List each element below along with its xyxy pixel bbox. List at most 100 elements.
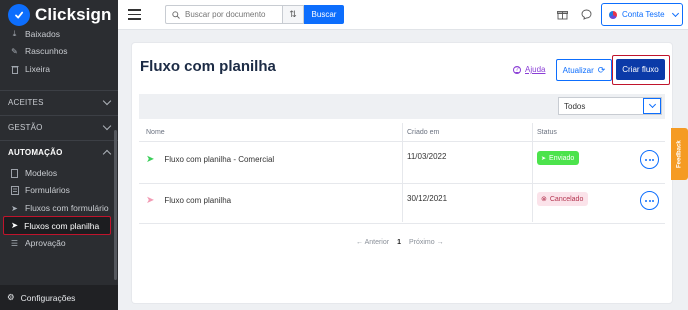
row-name: Fluxo com planilha - Comercial — [164, 155, 275, 164]
sidebar-item-label: Fluxos com formulário — [25, 203, 109, 213]
row-divider — [139, 223, 665, 224]
chevron-down-icon — [102, 121, 112, 131]
account-menu-button[interactable]: Conta Teste — [601, 3, 683, 26]
document-icon — [10, 168, 19, 178]
create-flow-highlight: Criar fluxo — [612, 55, 670, 85]
create-flow-button[interactable]: Criar fluxo — [616, 59, 665, 80]
download-icon: ⤓ — [12, 29, 17, 38]
status-filter-select[interactable]: Todos — [558, 97, 662, 115]
status-label: Enviado — [549, 154, 575, 162]
chevron-up-icon — [102, 149, 112, 159]
sidebar-item-label: Rascunhos — [25, 46, 68, 56]
sliders-icon: ⇅ — [289, 9, 297, 19]
filter-bar: Todos — [139, 94, 665, 119]
row-name-cell: ➤ Fluxo com planilha — [146, 195, 231, 206]
page-title: Fluxo com planilha — [140, 58, 276, 75]
sidebar-item-fluxos-com-planilha[interactable]: ➤ Fluxos com planilha — [3, 216, 111, 235]
search-field[interactable] — [165, 5, 283, 24]
prev-label: Anterior — [364, 239, 390, 246]
feedback-tab[interactable]: Feedback — [671, 128, 688, 180]
refresh-icon: ⟳ — [597, 64, 606, 75]
sidebar-section-gestao[interactable]: GESTÃO — [0, 115, 118, 139]
column-divider — [532, 123, 533, 222]
column-header-created: Criado em — [407, 129, 440, 136]
trash-icon — [10, 65, 19, 74]
sidebar-item-label: Modelos — [25, 168, 58, 178]
help-link[interactable]: ? Ajuda — [513, 65, 545, 74]
send-icon: ➤ — [541, 155, 547, 162]
account-avatar-icon — [609, 10, 617, 19]
pagination-previous[interactable]: ← Anterior — [356, 239, 389, 246]
chevron-down-icon — [671, 9, 679, 17]
column-header-status: Status — [537, 129, 557, 136]
form-icon — [10, 185, 19, 195]
sidebar-item-modelos[interactable]: Modelos — [10, 168, 57, 178]
sidebar-item-label: Fluxos com planilha — [24, 220, 100, 231]
logo[interactable]: Clicksign — [0, 0, 118, 30]
section-label: GESTÃO — [8, 123, 43, 132]
row-created: 11/03/2022 — [407, 152, 447, 161]
sidebar-section-aceites[interactable]: ACEITES — [0, 90, 118, 114]
sidebar-item-rascunhos[interactable]: ✎ Rascunhos — [10, 46, 68, 56]
sidebar-section-automacao[interactable]: AUTOMAÇÃO — [0, 140, 118, 164]
sidebar-item-label: Formulários — [25, 185, 70, 195]
sidebar-item-aprovacao[interactable]: ☰ Aprovação — [10, 238, 66, 248]
pagination-next[interactable]: Próximo → — [409, 239, 444, 246]
account-label: Conta Teste — [622, 10, 665, 19]
row-divider — [139, 183, 665, 184]
gear-icon: ⚙ — [7, 292, 15, 302]
send-icon: ➤ — [11, 220, 19, 230]
list-icon: ☰ — [10, 238, 19, 248]
sidebar-item-fluxos-com-formulario[interactable]: ➤ Fluxos com formulário — [10, 203, 109, 213]
main-card: Fluxo com planilha ? Ajuda Atualizar ⟳ C… — [132, 43, 672, 303]
chat-icon[interactable] — [580, 8, 593, 21]
search-icon — [172, 10, 180, 19]
column-divider — [402, 123, 403, 222]
send-icon: ➤ — [146, 154, 155, 165]
sidebar-item-label: Aprovação — [25, 238, 66, 248]
sidebar-item-baixados[interactable]: ⤓ Baixados — [10, 29, 60, 39]
select-value: Todos — [564, 101, 586, 111]
sidebar-item-formularios[interactable]: Formulários — [10, 185, 70, 195]
update-button[interactable]: Atualizar ⟳ — [556, 59, 612, 81]
row-name: Fluxo com planilha — [164, 196, 232, 205]
send-icon: ➤ — [146, 195, 155, 206]
help-label: Ajuda — [525, 65, 546, 74]
sidebar: Clicksign ⤓ Baixados ✎ Rascunhos Lixeira… — [0, 0, 118, 310]
sidebar-item-configuracoes[interactable]: ⚙ Configurações — [0, 285, 118, 310]
status-badge: ➤ Enviado — [537, 151, 580, 165]
row-name-cell: ➤ Fluxo com planilha - Comercial — [146, 154, 274, 165]
help-icon: ? — [513, 65, 521, 74]
brand-name: Clicksign — [35, 5, 112, 24]
update-label: Atualizar — [562, 65, 594, 75]
row-created: 30/12/2021 — [407, 194, 448, 203]
sidebar-item-label: Baixados — [25, 29, 60, 39]
sidebar-item-label: Lixeira — [25, 64, 51, 74]
next-label: Próximo — [408, 239, 435, 246]
column-header-name: Nome — [146, 129, 165, 136]
chevron-down-icon — [643, 98, 661, 114]
pencil-icon: ✎ — [11, 46, 18, 56]
row-actions-button[interactable] — [640, 150, 659, 169]
topbar: ⇅ Buscar Conta Teste — [118, 0, 688, 30]
sidebar-scrollbar[interactable] — [114, 130, 117, 280]
search-button[interactable]: Buscar — [304, 5, 344, 24]
status-label: Cancelado — [549, 195, 584, 203]
cancel-icon: ⊗ — [541, 196, 547, 203]
chevron-down-icon — [102, 96, 112, 106]
menu-icon[interactable] — [128, 9, 141, 20]
section-label: ACEITES — [8, 98, 44, 107]
row-actions-button[interactable] — [640, 191, 659, 210]
send-icon: ➤ — [11, 203, 18, 213]
search-input[interactable] — [185, 10, 280, 19]
sidebar-item-lixeira[interactable]: Lixeira — [10, 64, 50, 74]
row-divider — [139, 141, 665, 142]
search-filter-button[interactable]: ⇅ — [283, 5, 304, 24]
clicksign-logo-icon — [8, 4, 30, 26]
gift-icon[interactable] — [556, 8, 569, 21]
pagination-current[interactable]: 1 — [397, 239, 401, 246]
section-label: AUTOMAÇÃO — [8, 148, 63, 157]
sidebar-item-label: Configurações — [20, 292, 76, 303]
pagination: ← Anterior 1 Próximo → — [356, 239, 444, 246]
status-badge: ⊗ Cancelado — [537, 192, 589, 206]
